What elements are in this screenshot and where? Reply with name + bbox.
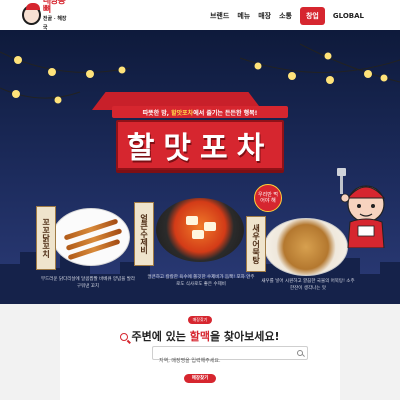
promo-badge: 우리만 먹어야 해 <box>254 184 282 212</box>
tagline-ribbon: 따뜻한 밤, 할맛포차에서 즐기는 든든한 행복! <box>112 106 288 118</box>
logo-title: 대왕통뼈 <box>42 0 66 15</box>
store-search-box <box>152 346 308 367</box>
store-search-input[interactable] <box>153 355 293 367</box>
grandma-logo-icon <box>22 3 41 25</box>
heading-highlight: 할맥 <box>189 330 210 343</box>
nav-menu[interactable]: 메뉴 <box>237 11 250 21</box>
banner-title: 할맛포차 <box>126 131 274 166</box>
tagline-post: 에서 즐기는 든든한 행복! <box>193 109 258 117</box>
logo-text: 대왕통뼈 전골 · 해장국 <box>43 0 70 33</box>
tofu-piece <box>192 230 204 239</box>
menu-tag-sujebi: 얼큰수제비 <box>134 202 154 266</box>
tagline-highlight: 할맛포차 <box>171 109 194 117</box>
tagline-pre: 따뜻한 밤, <box>142 109 172 117</box>
nav-store[interactable]: 매장 <box>258 11 271 21</box>
sujebi-dish-image <box>156 198 244 262</box>
menu-tag-skewer: 꼬꼬닭꼬치 <box>36 206 56 270</box>
store-search-heading: 주변에 있는 할맥을 찾아보세요! <box>60 328 340 344</box>
main-nav: 브랜드 메뉴 매장 소통 창업 GLOBAL <box>210 7 364 25</box>
grandma-mascot-icon <box>337 168 386 248</box>
menu-description: 부드러운 닭다리살에 달콤짭짤 바베큐 양념을 발라 구워낸 꼬치 <box>40 277 136 289</box>
search-icon <box>120 333 129 341</box>
tofu-piece <box>186 216 198 225</box>
tagline: 따뜻한 밤, 할맛포차에서 즐기는 든든한 행복! <box>143 108 258 117</box>
store-search-section: 매장찾기 주변에 있는 할맥을 찾아보세요! 매장찾기 <box>60 304 340 400</box>
tofu-piece <box>204 222 216 231</box>
site-header: 대왕통뼈 전골 · 해장국 브랜드 메뉴 매장 소통 창업 GLOBAL <box>0 0 400 31</box>
heading-pre: 주변에 있는 <box>131 330 190 343</box>
nav-community[interactable]: 소통 <box>279 11 292 21</box>
skewer-dish-image <box>52 208 130 266</box>
hero-banner: 따뜻한 밤, 할맛포차에서 즐기는 든든한 행복! 할맛포차 우리만 먹어야 해… <box>0 30 400 304</box>
heading-post: 을 찾아보세요! <box>209 330 280 343</box>
nav-global[interactable]: GLOBAL <box>333 12 364 20</box>
menu-description: 새우를 넣어 시원하고 깔끔한 국물의 어묵탕! 소주 한잔이 생각나는 맛 <box>261 279 355 291</box>
nav-franchise-button[interactable]: 창업 <box>299 7 325 25</box>
signboard: 할맛포차 <box>116 120 284 170</box>
brand-logo[interactable]: 대왕통뼈 전골 · 해장국 <box>22 0 70 31</box>
nav-brand[interactable]: 브랜드 <box>210 11 229 21</box>
search-submit-icon[interactable] <box>297 350 303 356</box>
menu-tag-fishcake: 새우어묵탕 <box>246 216 266 272</box>
find-store-button[interactable]: 매장찾기 <box>184 374 216 383</box>
store-find-pill: 매장찾기 <box>188 316 212 324</box>
page: 대왕통뼈 전골 · 해장국 브랜드 메뉴 매장 소통 창업 GLOBAL 따뜻한… <box>0 0 400 400</box>
menu-description: 얼큰하고 칼칼한 육수에 쫄깃한 수제비가 듬뿍! 포차 안주로도 식사로도 좋… <box>147 275 255 287</box>
